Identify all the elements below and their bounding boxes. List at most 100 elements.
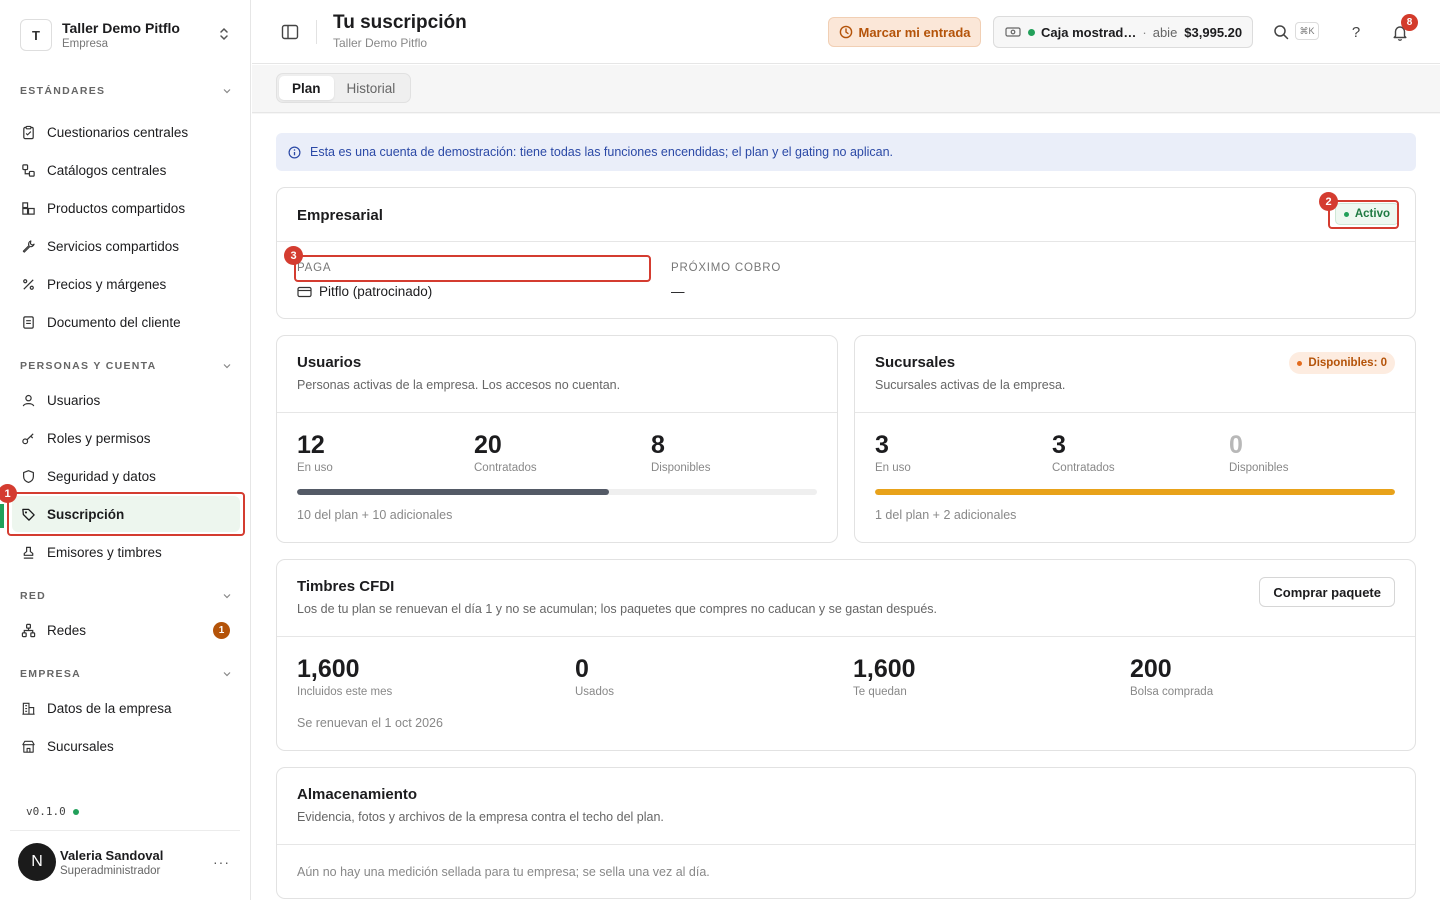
store-icon [20, 738, 36, 754]
usage-bar [297, 489, 817, 495]
card-title: Usuarios [297, 354, 362, 371]
user-role: Superadministrador [60, 864, 161, 877]
clock-in-button[interactable]: Marcar mi entrada [828, 17, 981, 47]
sidebar-item-productos[interactable]: Productos compartidos [12, 190, 240, 226]
stat-label: Disponibles [651, 462, 711, 474]
section-personas[interactable]: PERSONAS Y CUENTA [20, 360, 232, 372]
section-title: EMPRESA [20, 668, 82, 680]
stat-value: 0 [575, 655, 589, 683]
app-version: v0.1.0 [26, 805, 79, 818]
top-header: Tu suscripción Taller Demo Pitflo Marcar… [252, 0, 1440, 64]
sidebar-item-emisores[interactable]: Emisores y timbres [12, 534, 240, 570]
search-button[interactable] [1271, 22, 1291, 42]
sidebar-item-documento[interactable]: Documento del cliente [12, 304, 240, 340]
more-icon[interactable]: ··· [213, 854, 230, 870]
tab-historial[interactable]: Historial [334, 76, 409, 100]
sidebar-item-usuarios[interactable]: Usuarios [12, 382, 240, 418]
sidebar-item-cuestionarios[interactable]: Cuestionarios centrales [12, 114, 240, 150]
sidebar-item-label: Seguridad y datos [47, 468, 156, 484]
status-dot [72, 808, 79, 815]
plan-name: Empresarial [297, 207, 383, 224]
card-description: Sucursales activas de la empresa. [875, 378, 1066, 392]
usage-bar-fill [875, 489, 1395, 495]
users-card: Usuarios Personas activas de la empresa.… [276, 335, 838, 543]
divider [10, 830, 240, 831]
separator: · [1142, 24, 1147, 40]
card-description: Personas activas de la empresa. Los acce… [297, 378, 621, 392]
usage-bar [875, 489, 1395, 495]
card-footer: Se renuevan el 1 oct 2026 [297, 716, 443, 730]
cash-register-selector[interactable]: Caja mostrad… · abie $3,995.20 [993, 16, 1253, 48]
section-empresa[interactable]: EMPRESA [20, 668, 232, 680]
shield-icon [20, 468, 36, 484]
storage-note: Aún no hay una medición sellada para tu … [297, 865, 710, 879]
sidebar-item-seguridad[interactable]: Seguridad y datos [12, 458, 240, 494]
user-menu[interactable]: N Valeria Sandoval Superadministrador ··… [18, 842, 240, 882]
section-title: PERSONAS Y CUENTA [20, 360, 157, 372]
annotation-number: 3 [284, 246, 303, 265]
active-indicator [0, 504, 4, 528]
storage-card: Almacenamiento Evidencia, fotos y archiv… [276, 767, 1416, 899]
clock-icon [839, 25, 852, 39]
cash-register-state: abie [1152, 24, 1178, 40]
sidebar-toggle-icon[interactable] [280, 22, 300, 42]
sidebar-item-sucursales[interactable]: Sucursales [12, 728, 240, 764]
stat-value: 0 [1229, 431, 1243, 459]
credit-card-icon [297, 286, 312, 297]
buy-package-button[interactable]: Comprar paquete [1259, 577, 1395, 607]
sidebar-item-datos-empresa[interactable]: Datos de la empresa [12, 690, 240, 726]
sidebar: T Taller Demo Pitflo Empresa ESTÁNDARES … [0, 0, 251, 900]
badge-text: Disponibles: 0 [1308, 357, 1387, 369]
avatar: N [18, 843, 56, 881]
next-charge-value: — [671, 284, 685, 299]
cash-register-name: Caja mostrad… [1041, 24, 1137, 40]
status-dot [1028, 28, 1035, 36]
sidebar-item-servicios[interactable]: Servicios compartidos [12, 228, 240, 264]
tab-plan[interactable]: Plan [279, 76, 334, 100]
building-icon [20, 700, 36, 716]
divider [316, 20, 317, 44]
network-icon [20, 622, 36, 638]
pays-text: Pitflo (patrocinado) [319, 284, 433, 299]
sidebar-item-precios[interactable]: Precios y márgenes [12, 266, 240, 302]
redes-count-badge: 1 [213, 622, 230, 639]
stat-label: Contratados [474, 462, 537, 474]
chevron-down-icon [223, 89, 231, 94]
main-content: Plan Historial Esta es una cuenta de dem… [252, 65, 1440, 900]
sidebar-item-label: Sucursales [47, 738, 114, 754]
section-title: ESTÁNDARES [20, 85, 106, 97]
workflow-icon [20, 162, 36, 178]
card-description: Los de tu plan se renuevan el día 1 y no… [297, 602, 938, 616]
org-switcher[interactable]: T Taller Demo Pitflo Empresa [12, 12, 240, 58]
card-title: Timbres CFDI [297, 578, 395, 595]
user-icon [20, 392, 36, 408]
status-dot [1297, 360, 1303, 366]
sidebar-item-label: Usuarios [47, 392, 101, 408]
stat-label: Disponibles [1229, 462, 1289, 474]
tab-bar: Plan Historial [252, 65, 1440, 113]
version-text: v0.1.0 [26, 805, 66, 818]
stat-value: 1,600 [853, 655, 916, 683]
stamp-icon [20, 544, 36, 560]
stamps-card: Timbres CFDI Los de tu plan se renuevan … [276, 559, 1416, 751]
card-footer: 1 del plan + 2 adicionales [875, 508, 1017, 522]
divider [277, 636, 1415, 637]
key-icon [20, 430, 36, 446]
sidebar-item-roles[interactable]: Roles y permisos [12, 420, 240, 456]
tab-list: Plan Historial [276, 73, 412, 103]
next-charge-label: PRÓXIMO COBRO [671, 262, 782, 274]
sidebar-item-catalogos[interactable]: Catálogos centrales [12, 152, 240, 188]
org-name: Taller Demo Pitflo [62, 20, 180, 36]
annotation-box [1328, 200, 1399, 229]
percent-icon [20, 276, 36, 292]
help-button[interactable]: ? [1346, 22, 1366, 42]
org-type: Empresa [62, 38, 109, 50]
section-estandares[interactable]: ESTÁNDARES [20, 85, 232, 97]
section-red[interactable]: RED [20, 590, 232, 602]
chevron-down-icon [223, 672, 231, 677]
annotation-box [7, 492, 245, 536]
shortcut-hint: ⌘K [1295, 22, 1319, 40]
sidebar-item-redes[interactable]: Redes 1 [12, 612, 240, 648]
stat-label: Te quedan [853, 686, 907, 698]
wrench-icon [20, 238, 36, 254]
